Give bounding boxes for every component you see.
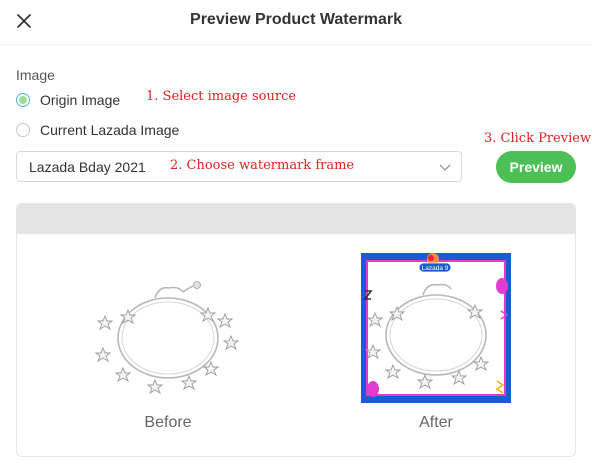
before-product-image (93, 258, 243, 408)
after-caption: After (419, 414, 453, 431)
radio-button-unchecked[interactable] (16, 123, 30, 137)
dialog-header: Preview Product Watermark (0, 0, 592, 45)
annotation-step2: 2. Choose watermark frame (170, 158, 355, 173)
panel-header-bar (17, 204, 575, 234)
radio-current-lazada-image[interactable]: Current Lazada Image (16, 122, 179, 138)
frame-badge-text: Lazada 9 (422, 265, 449, 272)
radio-origin-image-label: Origin Image (40, 92, 121, 108)
comparison-panel: Before Lazada 9 After (16, 203, 576, 457)
before-caption: Before (144, 414, 192, 431)
preview-button[interactable]: Preview (496, 151, 576, 183)
after-product-image: Lazada 9 (361, 253, 511, 403)
radio-origin-image[interactable]: Origin Image (16, 92, 120, 108)
dialog-title: Preview Product Watermark (190, 11, 402, 28)
radio-current-lazada-image-label: Current Lazada Image (40, 122, 180, 138)
annotation-step3: 3. Click Preview (484, 131, 592, 146)
image-source-label: Image (16, 67, 55, 83)
radio-button-checked[interactable] (16, 93, 30, 107)
chevron-down-icon (439, 164, 451, 171)
watermark-frame-value: Lazada Bday 2021 (29, 159, 146, 175)
annotation-step1: 1. Select image source (146, 89, 297, 104)
